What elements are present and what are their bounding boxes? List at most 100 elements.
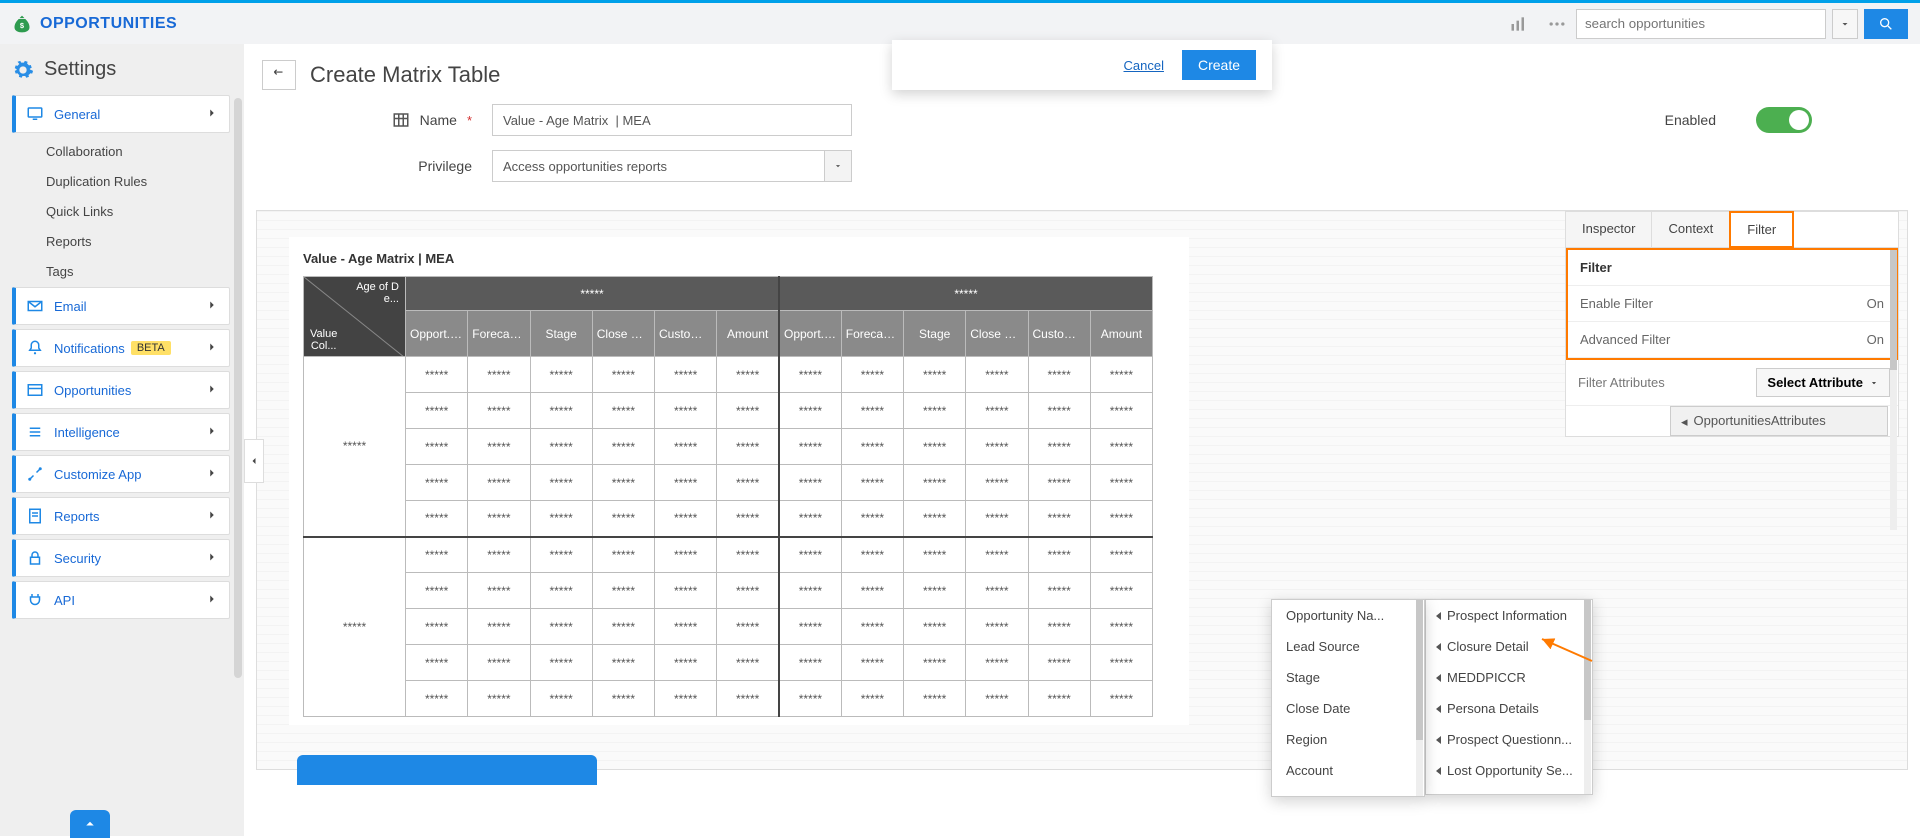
search-button[interactable] [1864, 9, 1908, 39]
enable-filter-value: On [1867, 296, 1884, 311]
panel-scrollbar[interactable] [1890, 250, 1897, 530]
attribute-category-item[interactable]: Persona Details [1426, 693, 1592, 724]
table-cell: ***** [530, 645, 592, 681]
sidebar-item-reports[interactable]: Reports [12, 497, 230, 535]
search-scope-dropdown[interactable] [1832, 9, 1858, 39]
table-cell: ***** [717, 645, 779, 681]
collapse-sidebar-handle[interactable] [244, 439, 264, 483]
attribute-category-item[interactable]: Marketing Tracking [1426, 786, 1592, 795]
cancel-link[interactable]: Cancel [1124, 58, 1164, 73]
sidebar-sub-reports[interactable]: Reports [46, 227, 230, 257]
column-headers: Opport... Name Forecast Category Stage C… [304, 311, 1153, 357]
advanced-filter-row[interactable]: Advanced Filter On [1568, 322, 1896, 358]
table-cell: ***** [530, 393, 592, 429]
table-icon [392, 111, 410, 129]
privilege-select-caret[interactable] [824, 150, 852, 182]
enable-filter-row[interactable]: Enable Filter On [1568, 286, 1896, 322]
attribute-field-menu: Opportunity Na...Lead SourceStageClose D… [1271, 599, 1425, 797]
sidebar-sub-collaboration[interactable]: Collaboration [46, 137, 230, 167]
search-input[interactable] [1576, 9, 1826, 39]
table-cell: ***** [468, 429, 530, 465]
corner-cell: Age of D e... Value Col... [304, 277, 406, 357]
attribute-field-item[interactable]: Country [1272, 786, 1424, 797]
select-attribute-button[interactable]: Select Attribute [1756, 368, 1890, 397]
sidebar-scrollbar[interactable] [234, 98, 242, 678]
name-label: Name [420, 112, 457, 128]
table-cell: ***** [406, 645, 468, 681]
opportunities-attributes-label[interactable]: ◂OpportunitiesAttributes [1670, 406, 1888, 436]
sidebar-item-intelligence[interactable]: Intelligence [12, 413, 230, 451]
attribute-category-item[interactable]: Prospect Questionn... [1426, 724, 1592, 755]
chevron-right-icon [205, 424, 219, 441]
sidebar-expand-button[interactable] [70, 810, 110, 838]
mail-icon [26, 297, 44, 315]
table-cell: ***** [966, 645, 1028, 681]
attribute-field-item[interactable]: Account [1272, 755, 1424, 786]
table-cell: ***** [468, 393, 530, 429]
tab-inspector[interactable]: Inspector [1566, 212, 1652, 247]
table-cell: ***** [655, 609, 717, 645]
attribute-field-item[interactable]: Close Date [1272, 693, 1424, 724]
enabled-label: Enabled [1665, 112, 1716, 128]
table-cell: ***** [904, 465, 966, 501]
list-icon [26, 423, 44, 441]
chevron-right-icon [205, 298, 219, 315]
sidebar-item-email[interactable]: Email [12, 287, 230, 325]
table-cell: ***** [904, 645, 966, 681]
sidebar-item-general[interactable]: General [12, 95, 230, 133]
table-cell: ***** [530, 681, 592, 717]
table-cell: ***** [966, 609, 1028, 645]
chevron-right-icon [205, 466, 219, 483]
table-cell: ***** [966, 681, 1028, 717]
attribute-category-item[interactable]: Prospect Information [1426, 600, 1592, 631]
attribute-field-item[interactable]: Stage [1272, 662, 1424, 693]
sidebar-item-customize-app[interactable]: Customize App [12, 455, 230, 493]
table-cell: ***** [904, 573, 966, 609]
privilege-select[interactable]: Access opportunities reports [492, 150, 824, 182]
create-button[interactable]: Create [1182, 50, 1256, 80]
attribute-field-item[interactable]: Lead Source [1272, 631, 1424, 662]
attribute-category-item[interactable]: Lost Opportunity Se... [1426, 755, 1592, 786]
enabled-toggle[interactable] [1756, 107, 1812, 133]
table-cell: ***** [1090, 609, 1152, 645]
row-group-label: ***** [304, 537, 406, 717]
sidebar-sub-quick-links[interactable]: Quick Links [46, 197, 230, 227]
attribute-field-item[interactable]: Opportunity Na... [1272, 600, 1424, 631]
sidebar: Settings General Collaboration Duplicati… [0, 44, 244, 836]
moneybag-icon: $ [12, 14, 32, 34]
corner-bottom-label: Value Col... [310, 328, 337, 352]
table-cell: ***** [779, 573, 841, 609]
sidebar-item-opportunities[interactable]: Opportunities [12, 371, 230, 409]
back-button[interactable] [262, 60, 296, 90]
stats-icon[interactable] [1508, 13, 1530, 35]
attribute-category-item[interactable]: Closure Detail [1426, 631, 1592, 662]
more-icon[interactable] [1546, 13, 1568, 35]
name-input[interactable] [492, 104, 852, 136]
chevron-right-icon [205, 382, 219, 399]
tab-context[interactable]: Context [1652, 212, 1730, 247]
matrix-card: Value - Age Matrix | MEA Age of D e... V… [289, 237, 1189, 725]
attribute-category-item[interactable]: MEDDPICCR [1426, 662, 1592, 693]
sidebar-item-notifications[interactable]: Notifications BETA [12, 329, 230, 367]
table-cell: ***** [468, 681, 530, 717]
sidebar-item-api[interactable]: API [12, 581, 230, 619]
table-cell: ***** [592, 357, 654, 393]
plug-icon [26, 591, 44, 609]
sidebar-sub-duplication-rules[interactable]: Duplication Rules [46, 167, 230, 197]
menu-scrollbar[interactable] [1584, 600, 1591, 794]
menu-scrollbar[interactable] [1416, 600, 1423, 796]
col-hdr: Close Date [592, 311, 654, 357]
group-header-1: ***** [406, 277, 780, 311]
beta-badge: BETA [131, 341, 171, 355]
table-cell: ***** [1028, 573, 1090, 609]
sidebar-sub-tags[interactable]: Tags [46, 257, 230, 287]
brand-text: OPPORTUNITIES [40, 15, 177, 33]
table-cell: ***** [406, 501, 468, 537]
tab-filter[interactable]: Filter [1729, 211, 1794, 248]
table-cell: ***** [592, 393, 654, 429]
attribute-category-menu: Prospect InformationClosure DetailMEDDPI… [1425, 599, 1593, 795]
table-cell: ***** [468, 465, 530, 501]
sidebar-item-security[interactable]: Security [12, 539, 230, 577]
table-cell: ***** [530, 357, 592, 393]
attribute-field-item[interactable]: Region [1272, 724, 1424, 755]
